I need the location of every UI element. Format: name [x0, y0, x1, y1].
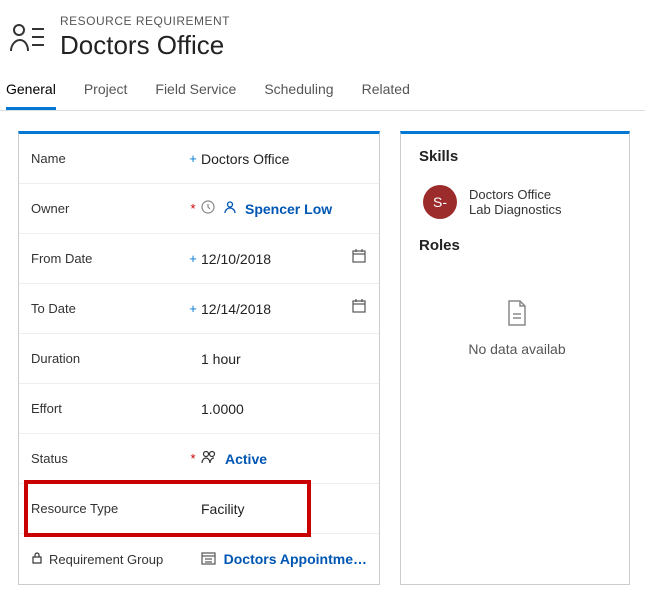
lock-icon [31, 552, 43, 567]
status-link[interactable]: Active [225, 451, 267, 467]
field-owner[interactable]: Owner * Spencer Low [19, 184, 379, 234]
field-from-date[interactable]: From Date + 12/10/2018 [19, 234, 379, 284]
clock-icon [201, 200, 215, 217]
field-value[interactable]: 12/14/2018 [201, 301, 271, 317]
page-title: Doctors Office [60, 30, 230, 61]
record-header: RESOURCE REQUIREMENT Doctors Office [0, 0, 645, 69]
field-value[interactable]: 1 hour [201, 351, 367, 367]
skill-item[interactable]: S- Doctors Office Lab Diagnostics [419, 179, 615, 237]
entity-type-label: RESOURCE REQUIREMENT [60, 14, 230, 28]
calendar-icon[interactable] [351, 298, 367, 319]
tab-scheduling[interactable]: Scheduling [264, 81, 333, 110]
entity-icon [10, 21, 46, 55]
record-icon [201, 551, 216, 568]
person-icon [223, 200, 237, 217]
avatar: S- [423, 185, 457, 219]
skill-sub: Lab Diagnostics [469, 202, 562, 217]
roles-heading: Roles [419, 237, 615, 254]
side-panel: Skills S- Doctors Office Lab Diagnostics… [400, 131, 630, 585]
skills-heading: Skills [419, 148, 615, 165]
field-effort[interactable]: Effort 1.0000 [19, 384, 379, 434]
field-label: From Date [31, 251, 185, 266]
calendar-icon[interactable] [351, 248, 367, 269]
field-label: To Date [31, 301, 185, 316]
field-name[interactable]: Name + Doctors Office [19, 134, 379, 184]
owner-link[interactable]: Spencer Low [245, 201, 332, 217]
field-to-date[interactable]: To Date + 12/14/2018 [19, 284, 379, 334]
field-label: Status [31, 451, 185, 466]
field-label: Name [31, 151, 185, 166]
field-label: Owner [31, 201, 185, 216]
field-resource-type[interactable]: Resource Type Facility [19, 484, 379, 534]
document-icon [506, 300, 528, 333]
field-requirement-group[interactable]: Requirement Group Doctors Appointme… [19, 534, 379, 584]
no-data-text: No data availab [468, 341, 565, 357]
required-marker: * [185, 201, 201, 216]
tab-bar: General Project Field Service Scheduling… [0, 69, 645, 111]
tab-field-service[interactable]: Field Service [155, 81, 236, 110]
tab-general[interactable]: General [6, 81, 56, 110]
recommended-marker: + [185, 301, 201, 316]
field-value[interactable]: 1.0000 [201, 401, 367, 417]
tab-related[interactable]: Related [362, 81, 410, 110]
requirement-group-link[interactable]: Doctors Appointme… [224, 551, 367, 567]
field-label: Duration [31, 351, 185, 366]
field-value[interactable]: Facility [201, 501, 367, 517]
no-data: No data availab [419, 300, 615, 357]
field-label: Requirement Group [31, 552, 185, 567]
skill-name: Doctors Office [469, 187, 562, 202]
field-value[interactable]: Doctors Office [201, 151, 367, 167]
form-panel: Name + Doctors Office Owner * Spencer Lo… [18, 131, 380, 585]
people-icon [201, 450, 217, 467]
recommended-marker: + [185, 251, 201, 266]
field-label: Effort [31, 401, 185, 416]
required-marker: * [185, 451, 201, 466]
field-label: Resource Type [31, 501, 185, 516]
recommended-marker: + [185, 151, 201, 166]
field-value[interactable]: 12/10/2018 [201, 251, 271, 267]
field-status[interactable]: Status * Active [19, 434, 379, 484]
tab-project[interactable]: Project [84, 81, 128, 110]
field-duration[interactable]: Duration 1 hour [19, 334, 379, 384]
